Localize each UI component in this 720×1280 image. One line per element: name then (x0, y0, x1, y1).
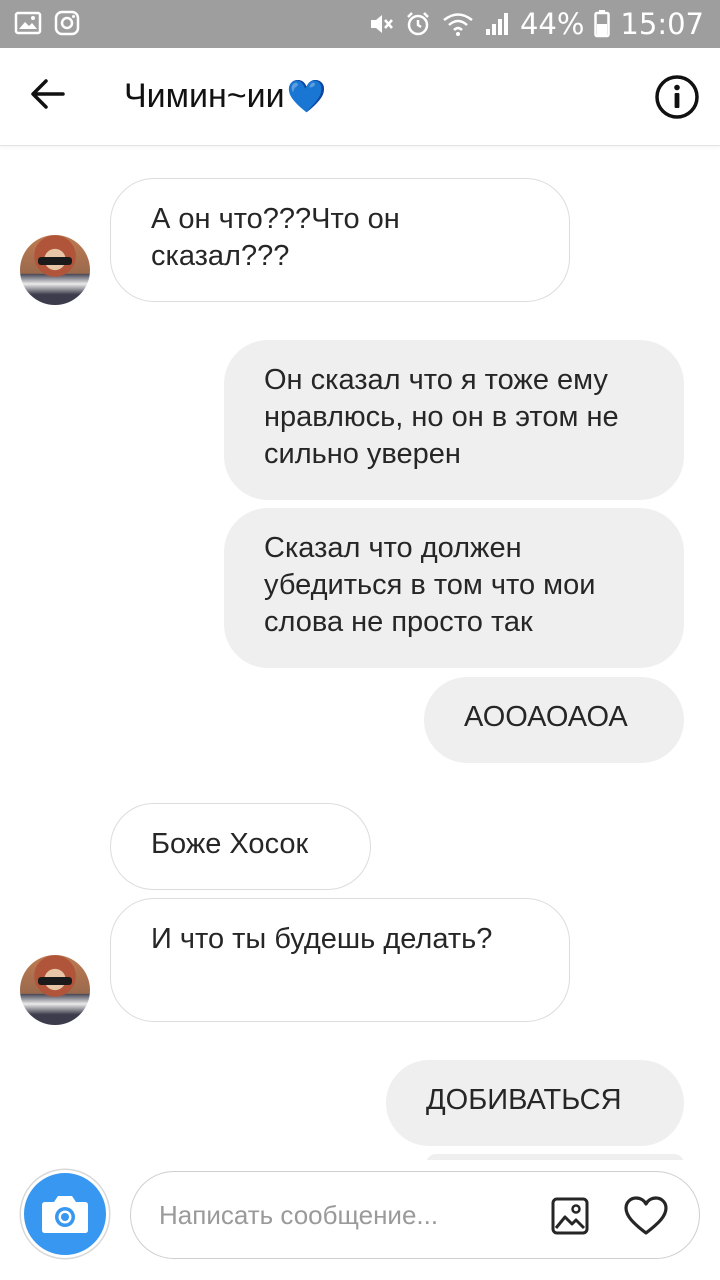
heart-icon (624, 1196, 668, 1235)
message-incoming[interactable]: И что ты будешь делать? (110, 898, 570, 1022)
blue-heart-emoji: 💙 (286, 78, 327, 114)
back-button[interactable] (24, 70, 72, 118)
camera-icon (42, 1196, 88, 1233)
gallery-button[interactable] (547, 1193, 593, 1239)
message-outgoing[interactable]: ДОБИВАТЬСЯ (386, 1060, 684, 1146)
image-icon (551, 1197, 589, 1235)
like-button[interactable] (621, 1192, 671, 1240)
camera-button[interactable] (21, 1170, 109, 1258)
avatar[interactable] (20, 955, 90, 1025)
wifi-icon (442, 11, 474, 37)
status-bar-left (14, 10, 80, 36)
message-composer (0, 1160, 720, 1280)
message-outgoing[interactable]: Сказал что должен убедиться в том что мо… (224, 508, 684, 668)
chat-header: Чимин~ии 💙 (0, 48, 720, 146)
avatar[interactable] (20, 235, 90, 305)
arrow-left-icon (31, 79, 65, 109)
gallery-icon (14, 10, 42, 36)
chat-title-text: Чимин~ии (124, 76, 285, 115)
message-incoming[interactable]: А он что???Что он сказал??? (110, 178, 570, 302)
battery-icon (594, 10, 611, 38)
battery-percent: 44% (519, 7, 585, 41)
message-outgoing[interactable]: АООАОАОА (424, 677, 684, 763)
instagram-icon (54, 10, 80, 36)
alarm-icon (404, 10, 432, 38)
chat-title[interactable]: Чимин~ии 💙 (124, 74, 326, 118)
info-button[interactable] (652, 72, 702, 122)
status-bar-right: 44% 15:07 (368, 0, 704, 48)
signal-icon (484, 11, 510, 37)
message-input-container (130, 1171, 700, 1259)
mute-icon (368, 11, 394, 37)
message-incoming[interactable]: Боже Хосок (110, 803, 371, 890)
status-bar: 44% 15:07 (0, 0, 720, 48)
status-time: 15:07 (620, 7, 704, 41)
info-icon (655, 75, 699, 119)
message-input[interactable] (159, 1192, 499, 1238)
message-outgoing[interactable]: Он сказал что я тоже ему нравлюсь, но он… (224, 340, 684, 500)
